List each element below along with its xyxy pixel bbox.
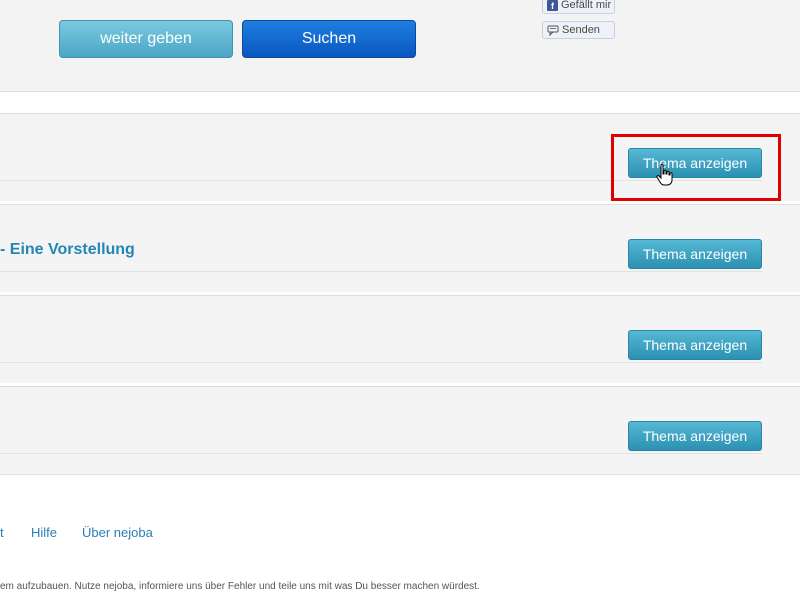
row-divider bbox=[0, 271, 762, 272]
show-topic-button[interactable]: Thema anzeigen bbox=[628, 421, 762, 451]
thread-title[interactable]: - Eine Vorstellung bbox=[0, 241, 135, 259]
footer-link-about[interactable]: Über nejoba bbox=[82, 525, 153, 540]
forward-button[interactable]: weiter geben bbox=[59, 20, 233, 58]
footer-link-help[interactable]: Hilfe bbox=[31, 525, 57, 540]
row-divider bbox=[0, 362, 762, 363]
facebook-icon: f bbox=[547, 0, 558, 11]
highlight-annotation bbox=[611, 134, 781, 201]
footer-description: em aufzubauen. Nutze nejoba, informiere … bbox=[0, 581, 480, 592]
like-label: Gefällt mir bbox=[561, 0, 612, 11]
send-label: Senden bbox=[562, 24, 600, 36]
hand-cursor-icon bbox=[656, 163, 673, 186]
search-button[interactable]: Suchen bbox=[242, 20, 416, 58]
row-divider bbox=[0, 453, 762, 454]
speech-bubble-icon bbox=[547, 25, 559, 36]
facebook-like-button[interactable]: f Gefällt mir bbox=[542, 0, 615, 14]
show-topic-button[interactable]: Thema anzeigen bbox=[628, 239, 762, 269]
top-toolbar-area: weiter geben Suchen f Gefällt mir Senden bbox=[0, 0, 800, 92]
show-topic-button[interactable]: Thema anzeigen bbox=[628, 330, 762, 360]
facebook-send-button[interactable]: Senden bbox=[542, 21, 615, 39]
footer-link[interactable]: t bbox=[0, 525, 4, 540]
